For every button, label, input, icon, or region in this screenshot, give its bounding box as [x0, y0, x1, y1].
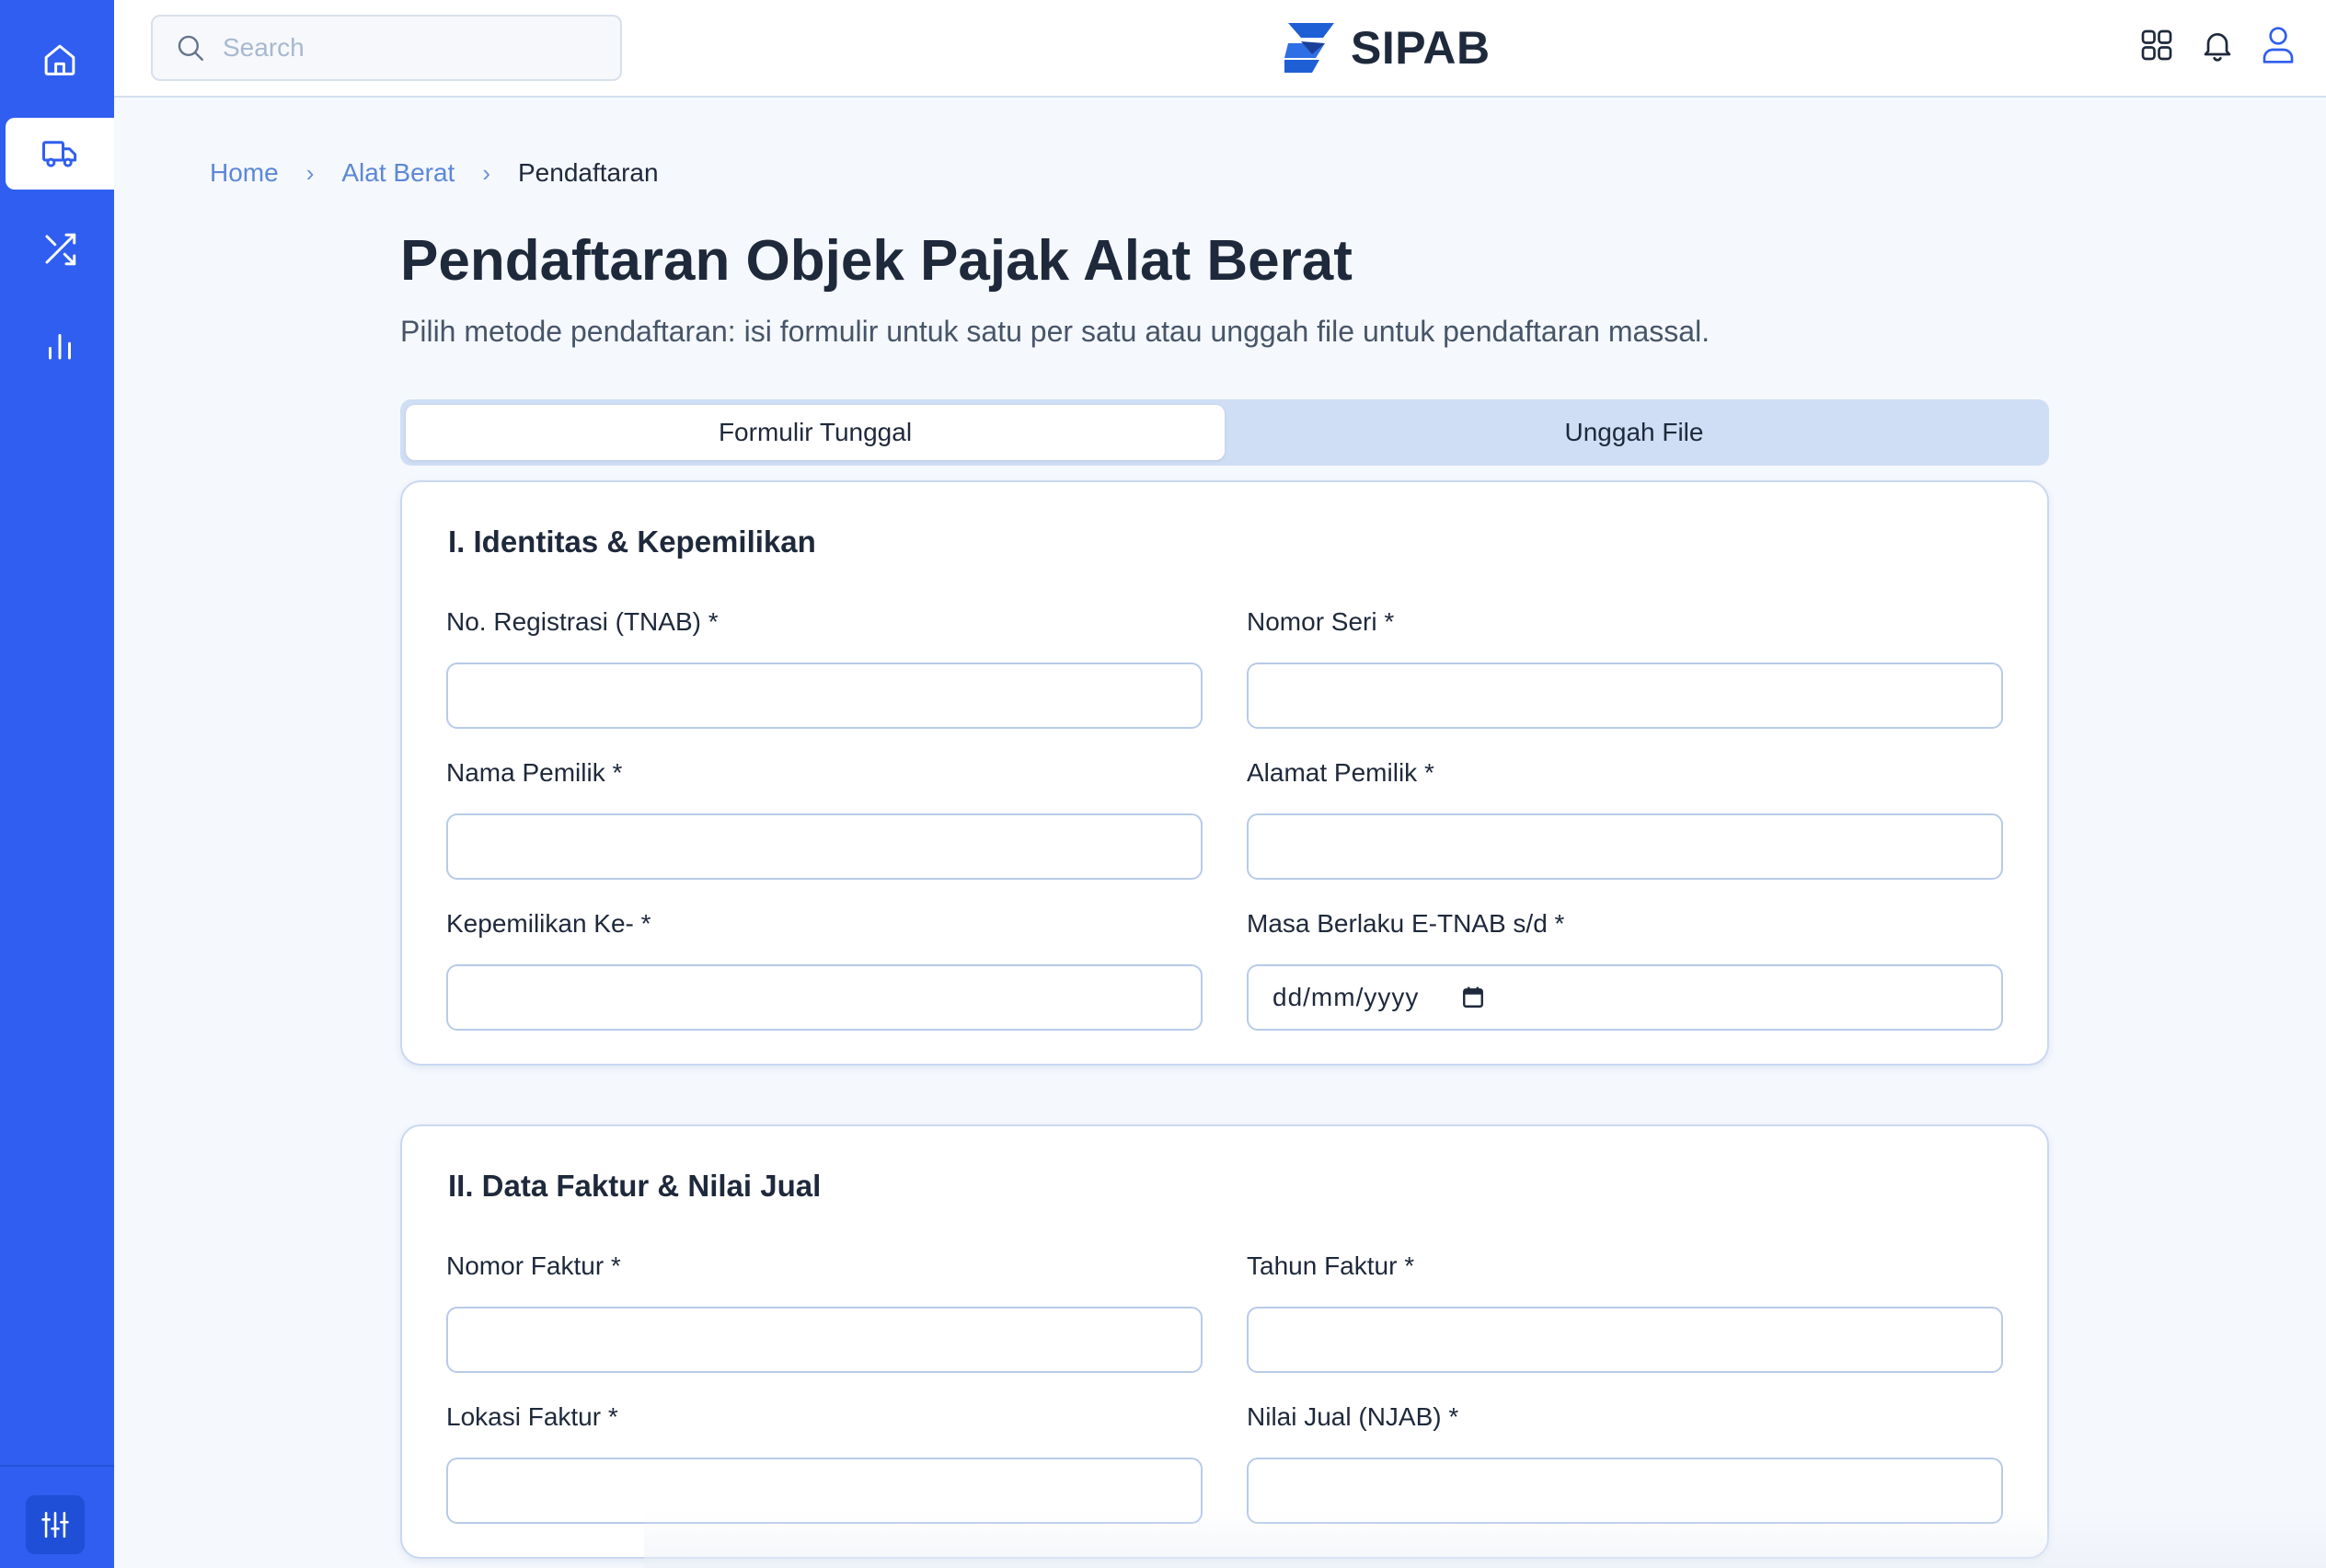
nomor-faktur-input[interactable] — [446, 1307, 1203, 1373]
section-data-faktur: II. Data Faktur & Nilai Jual Nomor Faktu… — [400, 1124, 2049, 1559]
sliders-icon — [41, 1511, 69, 1539]
topbar: SIPAB — [114, 0, 2326, 98]
breadcrumb-home[interactable]: Home — [210, 158, 279, 188]
brand[interactable]: SIPAB — [1281, 18, 1491, 77]
settings-button[interactable] — [26, 1495, 85, 1554]
field-lokasi-faktur: Lokasi Faktur * — [446, 1402, 1203, 1524]
field-label: Masa Berlaku E-TNAB s/d * — [1247, 909, 1565, 938]
calendar-icon — [1463, 986, 1484, 1008]
page-subtitle: Pilih metode pendaftaran: isi formulir u… — [400, 315, 1710, 348]
profile-button[interactable] — [2258, 22, 2298, 68]
field-label: Nilai Jual (NJAB) * — [1247, 1402, 1459, 1431]
field-nomor-faktur: Nomor Faktur * — [446, 1251, 1203, 1373]
nilai-jual-input[interactable] — [1247, 1458, 2003, 1524]
section-title: II. Data Faktur & Nilai Jual — [448, 1169, 822, 1203]
sidebar-item-alat-berat[interactable] — [6, 118, 114, 190]
search-input[interactable] — [223, 33, 591, 63]
field-label: Nama Pemilik * — [446, 758, 623, 787]
bell-icon — [2204, 33, 2231, 62]
no-registrasi-input[interactable] — [446, 663, 1203, 729]
field-tahun-faktur: Tahun Faktur * — [1247, 1251, 2003, 1373]
section-title: I. Identitas & Kepemilikan — [448, 525, 816, 559]
breadcrumb-separator: › — [305, 158, 315, 187]
truck-icon — [42, 141, 77, 167]
breadcrumb-separator: › — [482, 158, 490, 187]
tab-unggah-file[interactable]: Unggah File — [1225, 405, 2044, 460]
sipab-logo-icon — [1284, 23, 1334, 73]
tab-formulir-tunggal[interactable]: Formulir Tunggal — [406, 405, 1225, 460]
field-nilai-jual: Nilai Jual (NJAB) * — [1247, 1402, 2003, 1524]
field-nama-pemilik: Nama Pemilik * — [446, 758, 1203, 880]
sidebar-item-transfer[interactable] — [6, 213, 114, 285]
apps-grid-button[interactable] — [2136, 22, 2177, 68]
kepemilikan-ke-input[interactable] — [446, 964, 1203, 1031]
field-label: Lokasi Faktur * — [446, 1402, 618, 1431]
field-masa-berlaku: Masa Berlaku E-TNAB s/d * dd/mm/yyyy — [1247, 909, 2003, 1031]
field-label: Nomor Seri * — [1247, 607, 1395, 636]
search-icon — [178, 35, 203, 61]
field-kepemilikan-ke: Kepemilikan Ke- * — [446, 909, 1203, 1031]
search-box[interactable] — [151, 15, 622, 81]
field-label: Nomor Faktur * — [446, 1251, 621, 1280]
apps-grid-icon — [2141, 29, 2172, 61]
user-icon — [2263, 27, 2294, 63]
page-title: Pendaftaran Objek Pajak Alat Berat — [400, 229, 1353, 293]
field-no-registrasi: No. Registrasi (TNAB) * — [446, 607, 1203, 729]
calendar-picker-button[interactable] — [1461, 986, 1485, 1009]
field-label: Kepemilikan Ke- * — [446, 909, 651, 938]
lokasi-faktur-input[interactable] — [446, 1458, 1203, 1524]
shuffle-icon — [45, 233, 76, 266]
field-nomor-seri: Nomor Seri * — [1247, 607, 2003, 729]
nama-pemilik-input[interactable] — [446, 813, 1203, 880]
sidebar — [0, 0, 114, 1568]
field-label: Alamat Pemilik * — [1247, 758, 1434, 787]
breadcrumb-alat-berat[interactable]: Alat Berat — [341, 158, 455, 188]
topbar-actions — [2136, 22, 2298, 68]
field-alamat-pemilik: Alamat Pemilik * — [1247, 758, 2003, 880]
date-placeholder: dd/mm/yyyy — [1272, 983, 1420, 1011]
sidebar-item-reports[interactable] — [6, 309, 114, 381]
tahun-faktur-input[interactable] — [1247, 1307, 2003, 1373]
sidebar-divider — [0, 1465, 114, 1467]
field-label: No. Registrasi (TNAB) * — [446, 607, 719, 636]
breadcrumb-current: Pendaftaran — [518, 158, 659, 187]
nomor-seri-input[interactable] — [1247, 663, 2003, 729]
registration-method-tabs: Formulir Tunggal Unggah File — [400, 399, 2049, 466]
notifications-button[interactable] — [2197, 22, 2238, 68]
brand-name: SIPAB — [1351, 22, 1491, 74]
bar-chart-icon — [49, 334, 71, 360]
home-icon — [44, 44, 75, 75]
field-label: Tahun Faktur * — [1247, 1251, 1415, 1280]
breadcrumb: Home › Alat Berat › Pendaftaran — [210, 158, 659, 188]
sidebar-item-home[interactable] — [6, 24, 114, 96]
alamat-pemilik-input[interactable] — [1247, 813, 2003, 880]
masa-berlaku-date-input[interactable]: dd/mm/yyyy — [1247, 964, 2003, 1031]
section-identitas-kepemilikan: I. Identitas & Kepemilikan No. Registras… — [400, 480, 2049, 1066]
